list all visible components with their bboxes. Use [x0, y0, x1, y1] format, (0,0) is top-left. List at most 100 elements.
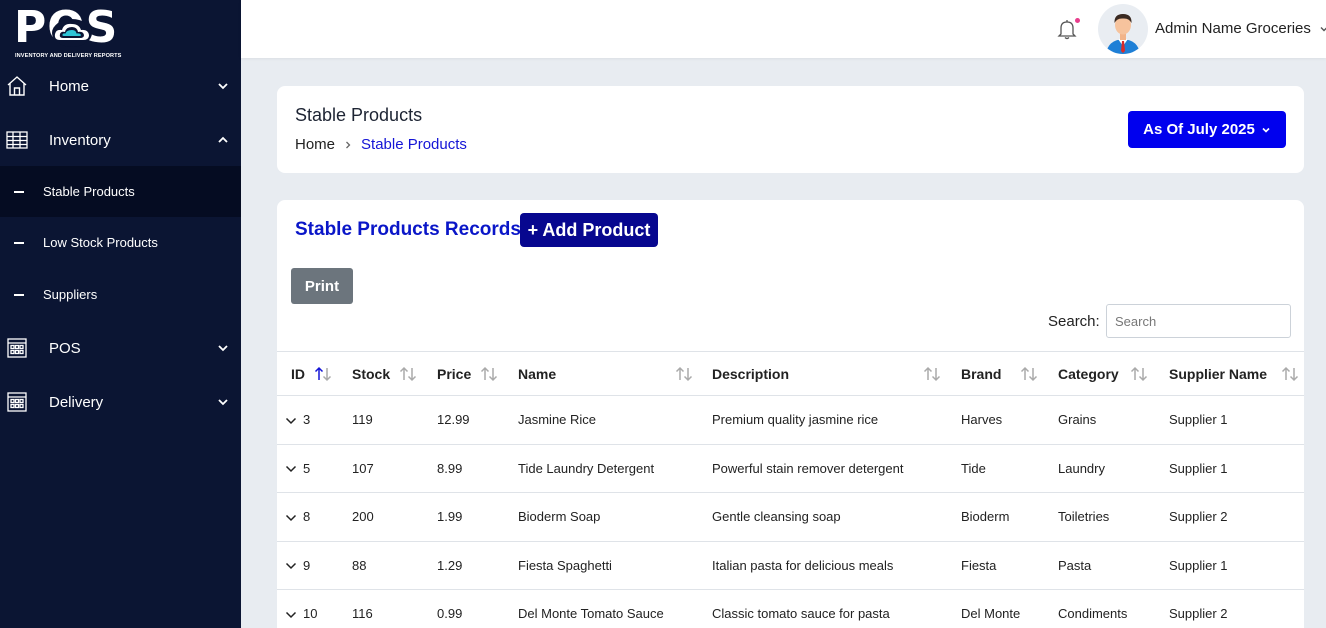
expand-row-icon[interactable]	[285, 610, 297, 620]
cell-name: Tide Laundry Detergent	[504, 444, 698, 493]
chevron-down-icon	[218, 399, 228, 406]
cell-name: Del Monte Tomato Sauce	[504, 589, 698, 628]
chevron-right-icon	[346, 141, 351, 148]
table-row: 8 200 1.99 Bioderm Soap Gentle cleansing…	[277, 492, 1304, 542]
avatar[interactable]	[1098, 4, 1148, 54]
cell-id: 10	[277, 589, 338, 628]
cell-description: Classic tomato sauce for pasta	[698, 589, 947, 628]
search-input[interactable]	[1106, 304, 1291, 338]
sidebar-subitem-low-stock-products[interactable]: Low Stock Products	[0, 217, 241, 268]
notification-dot	[1075, 18, 1080, 23]
pos-logo[interactable]: POS INVENTORY AND DELIVERY REPORTS	[14, 4, 129, 60]
column-header-price[interactable]: Price	[423, 351, 504, 396]
expand-row-icon[interactable]	[285, 513, 297, 523]
column-header-category[interactable]: Category	[1044, 351, 1155, 396]
cell-supplier: Supplier 2	[1155, 589, 1304, 628]
print-button[interactable]: Print	[291, 268, 353, 304]
cell-category: Condiments	[1044, 589, 1155, 628]
cell-name: Jasmine Rice	[504, 395, 698, 445]
chevron-down-icon	[218, 345, 228, 352]
cell-stock: 116	[338, 589, 423, 628]
column-label: Name	[518, 365, 557, 382]
sort-icon	[1020, 366, 1038, 382]
column-header-description[interactable]: Description	[698, 351, 947, 396]
cell-supplier: Supplier 1	[1155, 541, 1304, 590]
table-header-row: ID Stock Price Name Description Brand Ca…	[277, 351, 1304, 396]
sidebar-subitem-stable-products[interactable]: Stable Products	[0, 166, 241, 217]
column-label: Description	[712, 365, 790, 382]
sidebar-subitem-suppliers[interactable]: Suppliers	[0, 269, 241, 320]
add-product-button[interactable]: + Add Product	[520, 213, 658, 247]
sidebar-item-label: Inventory	[49, 131, 111, 149]
building-icon	[7, 338, 27, 358]
cell-brand: Fiesta	[947, 541, 1044, 590]
cell-supplier: Supplier 1	[1155, 444, 1304, 493]
column-header-stock[interactable]: Stock	[338, 351, 423, 396]
column-header-id[interactable]: ID	[277, 351, 338, 396]
cell-brand: Harves	[947, 395, 1044, 445]
cell-category: Toiletries	[1044, 492, 1155, 542]
cell-brand: Del Monte	[947, 589, 1044, 628]
sidebar-item-pos[interactable]: POS	[0, 321, 241, 375]
sidebar-item-delivery[interactable]: Delivery	[0, 375, 241, 429]
chevron-down-icon	[218, 83, 228, 90]
expand-row-icon[interactable]	[285, 464, 297, 474]
cell-description: Gentle cleansing soap	[698, 492, 947, 542]
breadcrumb: Home Stable Products	[295, 136, 467, 153]
cell-stock: 119	[338, 395, 423, 445]
page-header-card: Stable Products Home Stable Products As …	[277, 86, 1304, 173]
sort-icon	[923, 366, 941, 382]
table-row: 3 119 12.99 Jasmine Rice Premium quality…	[277, 395, 1304, 445]
cell-stock: 88	[338, 541, 423, 590]
top-bar: Admin Name Groceries	[241, 0, 1326, 58]
period-dropdown-button[interactable]: As Of July 2025	[1128, 111, 1286, 148]
breadcrumb-home-link[interactable]: Home	[295, 136, 335, 153]
cell-price: 12.99	[423, 395, 504, 445]
sidebar-item-home[interactable]: Home	[0, 59, 241, 113]
cell-category: Laundry	[1044, 444, 1155, 493]
bell-icon[interactable]	[1057, 18, 1077, 40]
column-header-brand[interactable]: Brand	[947, 351, 1044, 396]
sort-icon	[1281, 366, 1299, 382]
grid-icon	[6, 131, 28, 149]
dash-icon	[14, 241, 24, 244]
cell-price: 1.29	[423, 541, 504, 590]
expand-row-icon[interactable]	[285, 561, 297, 571]
home-icon	[7, 76, 27, 96]
column-header-supplier-name[interactable]: Supplier Name	[1155, 351, 1304, 396]
sidebar: POS INVENTORY AND DELIVERY REPORTS Home …	[0, 0, 241, 628]
cell-description: Powerful stain remover detergent	[698, 444, 947, 493]
table-row: 9 88 1.29 Fiesta Spaghetti Italian pasta…	[277, 541, 1304, 590]
sidebar-item-inventory[interactable]: Inventory	[0, 113, 241, 167]
sort-icon	[675, 366, 693, 382]
chevron-down-icon[interactable]	[1319, 24, 1326, 34]
dash-icon	[14, 190, 24, 193]
search-label: Search:	[1048, 313, 1100, 330]
sidebar-item-label: POS	[49, 339, 81, 357]
column-label: ID	[291, 365, 305, 382]
cell-supplier: Supplier 2	[1155, 492, 1304, 542]
sort-icon	[480, 366, 498, 382]
user-name[interactable]: Admin Name Groceries	[1155, 20, 1311, 37]
column-label: Category	[1058, 365, 1119, 382]
records-card: Stable Products Records + Add Product Pr…	[277, 200, 1304, 628]
cell-id: 3	[277, 395, 338, 445]
column-label: Supplier Name	[1169, 365, 1268, 382]
cell-id: 9	[277, 541, 338, 590]
cell-id: 8	[277, 492, 338, 542]
sort-icon	[1130, 366, 1148, 382]
expand-row-icon[interactable]	[285, 416, 297, 426]
user-avatar-icon	[1106, 14, 1140, 54]
cell-price: 1.99	[423, 492, 504, 542]
cell-category: Pasta	[1044, 541, 1155, 590]
cell-brand: Tide	[947, 444, 1044, 493]
cell-description: Premium quality jasmine rice	[698, 395, 947, 445]
cell-category: Grains	[1044, 395, 1155, 445]
column-header-name[interactable]: Name	[504, 351, 698, 396]
column-label: Price	[437, 365, 472, 382]
cell-description: Italian pasta for delicious meals	[698, 541, 947, 590]
sidebar-subitem-label: Stable Products	[43, 184, 135, 199]
dash-icon	[14, 293, 24, 296]
sort-icon	[399, 366, 417, 382]
cell-supplier: Supplier 1	[1155, 395, 1304, 445]
